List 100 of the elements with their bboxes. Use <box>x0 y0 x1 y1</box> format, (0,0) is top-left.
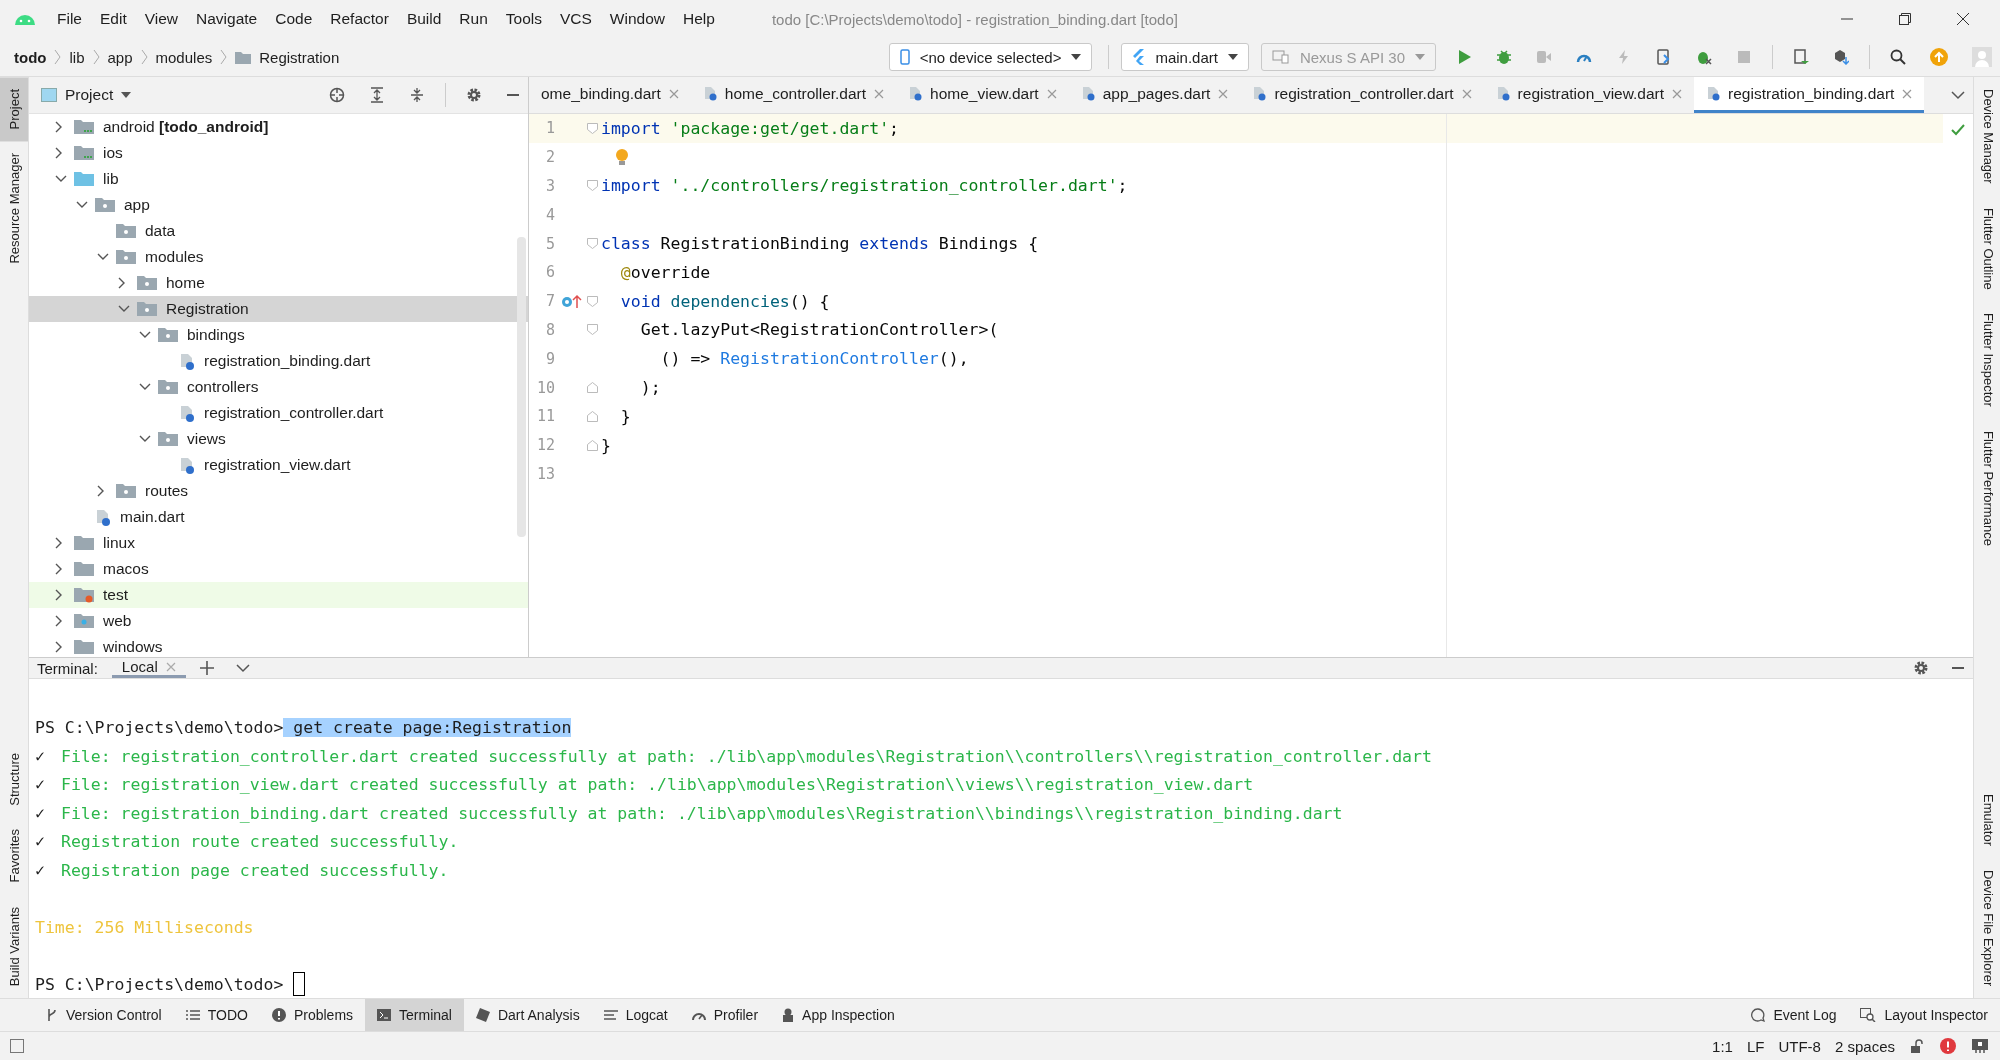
breadcrumb[interactable]: modules <box>155 48 213 66</box>
panel-title[interactable]: Project <box>65 86 114 104</box>
tree-item[interactable]: bindings <box>29 322 528 348</box>
lightbulb-icon[interactable] <box>615 148 629 167</box>
tree-item[interactable]: macos <box>29 556 528 582</box>
tool-window-button[interactable]: Logcat <box>591 999 680 1031</box>
menu-item[interactable]: Refactor <box>321 10 398 28</box>
tool-window-button[interactable]: Flutter Outline <box>1974 195 2000 302</box>
tree-item[interactable]: app <box>29 192 528 218</box>
chevron-down-icon[interactable] <box>1951 90 1965 100</box>
tool-window-button[interactable]: Dart Analysis <box>463 999 592 1031</box>
breadcrumb[interactable]: Registration <box>259 48 340 66</box>
fold-marker-icon[interactable] <box>586 238 598 250</box>
tool-window-button[interactable]: Version Control <box>34 999 174 1031</box>
tree-item[interactable]: modules <box>29 244 528 270</box>
dropdown-icon[interactable] <box>121 92 132 98</box>
fold-marker-icon[interactable] <box>586 410 598 422</box>
crosshair-icon[interactable] <box>329 87 345 103</box>
editor-tab[interactable]: app_pages.dart <box>1068 77 1241 113</box>
unlock-icon[interactable] <box>1910 1039 1924 1053</box>
menu-item[interactable]: Run <box>450 10 497 28</box>
stop-icon[interactable] <box>1736 49 1752 65</box>
tree-item[interactable]: lib <box>29 166 528 192</box>
menu-item[interactable]: Window <box>600 10 674 28</box>
tool-window-button[interactable]: Problems <box>259 999 366 1031</box>
tree-item[interactable]: data <box>29 218 528 244</box>
bug-icon[interactable] <box>1496 49 1512 65</box>
tree-item[interactable]: linux <box>29 530 528 556</box>
editor-tab[interactable]: registration_binding.dart <box>1694 77 1925 113</box>
status-item[interactable]: UTF-8 <box>1771 1037 1828 1055</box>
fold-marker-icon[interactable] <box>586 122 598 134</box>
tool-window-button[interactable]: Profiler <box>679 999 771 1031</box>
close-icon[interactable] <box>1956 12 1970 26</box>
tool-window-button[interactable]: Layout Inspector <box>1848 999 2000 1031</box>
tree-item[interactable]: ios <box>29 140 528 166</box>
menu-item[interactable]: Navigate <box>187 10 267 28</box>
breadcrumb[interactable]: app <box>107 48 133 66</box>
tool-window-button[interactable]: TODO <box>173 999 260 1031</box>
run-config-selector[interactable]: main.dart <box>1121 43 1249 71</box>
status-item[interactable]: 2 spaces <box>1827 1037 1902 1055</box>
editor-tab[interactable]: registration_controller.dart <box>1240 77 1484 113</box>
menu-item[interactable]: Tools <box>496 10 551 28</box>
bug-icon[interactable] <box>1696 49 1712 65</box>
tree-item[interactable]: registration_binding.dart <box>29 348 528 374</box>
fold-marker-icon[interactable] <box>586 180 598 192</box>
status-item[interactable]: LF <box>1739 1037 1772 1055</box>
tool-window-button[interactable]: Device File Explorer <box>1974 857 2000 998</box>
fold-marker-icon[interactable] <box>586 382 598 394</box>
memory-indicator-icon[interactable] <box>1972 1039 1988 1053</box>
tool-window-button[interactable]: Project <box>0 77 28 142</box>
tree-item[interactable]: main.dart <box>29 504 528 530</box>
device-manager-icon[interactable] <box>1793 49 1809 65</box>
tree-item[interactable]: web <box>29 608 528 634</box>
tool-window-button[interactable]: Device Manager <box>1974 77 2000 196</box>
collapse-all-icon[interactable] <box>409 87 425 103</box>
tool-window-button[interactable]: Terminal <box>365 999 464 1031</box>
package-download-icon[interactable] <box>1833 49 1849 65</box>
tool-window-button[interactable]: App Inspection <box>770 999 907 1031</box>
fold-marker-icon[interactable] <box>586 439 598 451</box>
menu-item[interactable]: Code <box>266 10 322 28</box>
status-item[interactable]: 1:1 <box>1705 1037 1740 1055</box>
update-icon[interactable] <box>1930 48 1948 66</box>
tool-window-button[interactable]: Emulator <box>1974 781 2000 858</box>
tool-window-button[interactable]: Favorites <box>0 817 28 895</box>
tree-item[interactable]: registration_view.dart <box>29 452 528 478</box>
tool-window-button[interactable]: Build Variants <box>0 894 28 998</box>
device-code-icon[interactable] <box>1656 49 1672 65</box>
tool-window-button[interactable]: Flutter Inspector <box>1974 301 2000 420</box>
fold-marker-icon[interactable] <box>586 295 598 307</box>
menu-item[interactable]: File <box>48 10 91 28</box>
editor-tab[interactable]: registration_view.dart <box>1483 77 1695 113</box>
terminal-tab[interactable]: Local <box>111 658 186 678</box>
settings-icon[interactable] <box>466 87 482 103</box>
override-marker-icon[interactable] <box>561 293 583 310</box>
menu-item[interactable]: Build <box>397 10 451 28</box>
error-icon[interactable] <box>1940 1038 1956 1054</box>
breadcrumb[interactable]: lib <box>69 48 85 66</box>
scrollbar[interactable] <box>517 237 526 537</box>
tree-item[interactable]: test <box>29 582 528 608</box>
plus-icon[interactable] <box>199 661 214 675</box>
tree-item[interactable]: registration_controller.dart <box>29 400 528 426</box>
restore-icon[interactable] <box>1898 12 1912 26</box>
tree-item[interactable]: android [todo_android] <box>29 114 528 140</box>
search-icon[interactable] <box>1890 49 1906 65</box>
tool-window-button[interactable]: Structure <box>0 740 28 818</box>
menu-item[interactable]: Help <box>674 10 724 28</box>
menu-item[interactable]: VCS <box>550 10 601 28</box>
breadcrumb[interactable]: todo <box>14 48 47 66</box>
run-icon[interactable] <box>1456 49 1472 65</box>
menu-item[interactable]: Edit <box>91 10 136 28</box>
panel-toggle-icon[interactable] <box>10 1039 24 1053</box>
tool-window-button[interactable]: Event Log <box>1739 999 1849 1031</box>
device-selector[interactable]: <no device selected> <box>888 43 1093 71</box>
settings-icon[interactable] <box>1913 660 1929 676</box>
editor-tab[interactable]: home_controller.dart <box>690 77 897 113</box>
fold-marker-icon[interactable] <box>586 324 598 336</box>
expand-all-icon[interactable] <box>369 87 385 103</box>
tree-item[interactable]: views <box>29 426 528 452</box>
tree-item[interactable]: windows <box>29 634 528 657</box>
tree-item[interactable]: home <box>29 270 528 296</box>
